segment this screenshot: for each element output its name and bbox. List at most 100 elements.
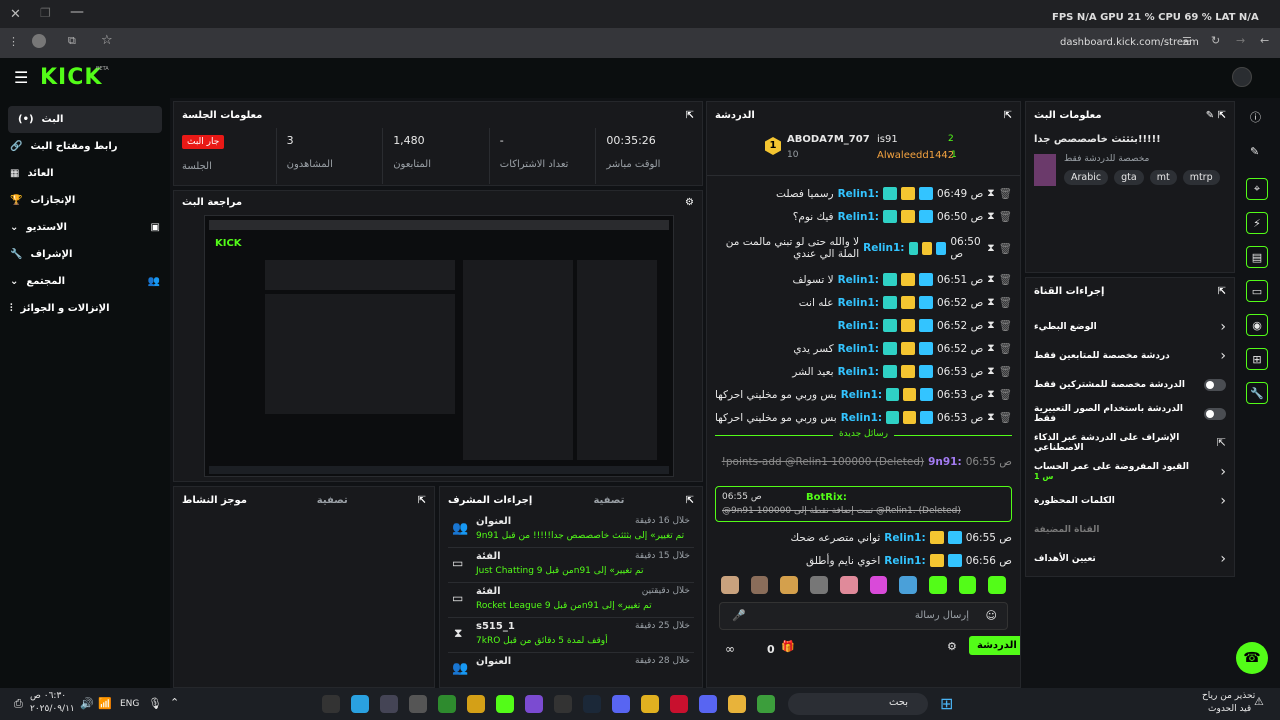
popout-icon[interactable]: ⇱ [686,110,694,121]
chat-message[interactable]: بس وربي مو مخليني احركها Relin1: 06:53 ص ⧗ 🗑 [707,406,1020,429]
trash-icon[interactable]: 🗑 [999,319,1012,332]
hamburger-menu-icon[interactable]: ☰ [14,68,28,87]
tag[interactable]: mtrp [1182,170,1220,185]
emote[interactable] [928,576,947,594]
trash-icon[interactable]: 🗑 [999,210,1012,223]
network-icon[interactable]: ⎙ [14,697,23,711]
emote[interactable] [721,576,739,594]
activity-filter[interactable]: تصفية [317,495,348,506]
restore-window-icon[interactable]: ❐ [40,6,51,20]
chat-bubble-icon[interactable]: ▭ [1246,280,1268,302]
wifi-icon[interactable]: 📶 [98,697,112,710]
app-icon[interactable] [525,695,543,713]
tag[interactable]: mt [1149,170,1177,185]
url-field[interactable]: dashboard.kick.com/stream [1060,37,1199,48]
emote[interactable] [839,576,858,594]
modactions-filter[interactable]: تصفية [593,495,624,506]
taskbar-search[interactable]: بحث [788,693,928,715]
popout-icon[interactable]: ⇱ [1218,286,1226,297]
reload-icon[interactable]: ↻ [1211,34,1220,47]
trash-icon[interactable]: 🗑 [999,342,1012,355]
leader-name[interactable]: ABODA7M_707 [787,134,870,145]
edit-icon[interactable]: ✎ ⇱ [1206,110,1226,121]
emote[interactable] [958,576,977,594]
wrench-icon[interactable]: 🔧 [1246,382,1268,404]
app-icon[interactable] [467,695,485,713]
emote[interactable] [988,576,1007,594]
chrome-icon[interactable] [757,695,775,713]
popout-icon[interactable]: ⇱ [686,495,694,506]
clip-icon[interactable]: ⌖ [1246,178,1268,200]
timeout-icon[interactable]: ⧗ [987,210,994,223]
channel-action-item[interactable]: دردشة مخصصة للمتابعين فقط › [1034,341,1226,370]
timeout-icon[interactable]: ⧗ [987,365,994,378]
broadcast-icon[interactable]: ◉ [1246,314,1268,336]
trash-icon[interactable]: 🗑 [999,296,1012,309]
trash-icon[interactable]: 🗑 [999,187,1012,200]
timeout-icon[interactable]: ⧗ [987,411,994,424]
help-headset-button[interactable]: ☎ [1236,642,1268,674]
emote[interactable] [869,576,888,594]
stream-preview-video[interactable]: KICK [204,215,674,477]
timeout-icon[interactable]: ⧗ [987,319,994,332]
windows-start-icon[interactable]: ⊞ [940,694,953,713]
chat-message[interactable]: بعيد الشر Relin1: 06:53 ص ⧗ 🗑 [707,360,1020,383]
menu-dots-icon[interactable]: ⋮ [8,35,19,48]
emote[interactable] [899,576,917,594]
xbox-icon[interactable] [438,695,456,713]
kick-logo[interactable]: KICK [40,65,102,90]
mic-icon[interactable]: 🎙 [148,697,162,710]
info-icon[interactable]: ⓘ [1250,109,1276,125]
sidebar-item-achievements[interactable]: 🏆 الإنجازات [0,187,170,214]
back-icon[interactable]: ← [1260,34,1269,47]
channel-action-item[interactable]: الإشراف على الدردشة عبر الذكاء الاصطناعي… [1034,428,1226,457]
popout-icon[interactable]: ⇱ [418,495,426,506]
profile-avatar[interactable] [32,34,46,48]
chrome-icon[interactable] [641,695,659,713]
forward-icon[interactable]: → [1236,34,1245,47]
channel-action-item[interactable]: القيود المفروضة على عمر الحساب 1 س › [1034,457,1226,486]
chat-message-deleted[interactable]: !points-add @Relin1 100000 (Deleted) 9n9… [707,452,1020,472]
leader-name[interactable]: is91 [877,134,898,145]
app-icon[interactable] [380,695,398,713]
channel-action-item[interactable]: الدردشة مخصصة للمشتركين فقط [1034,370,1226,399]
app-icon[interactable] [322,695,340,713]
user-avatar[interactable] [1232,67,1252,87]
timeout-icon[interactable]: ⧗ [987,296,994,309]
emote[interactable] [810,576,828,594]
channel-action-item[interactable]: الدردشة باستخدام الصور التعبيرية فقط [1034,399,1226,428]
minimize-window-icon[interactable]: — [70,4,84,20]
emote[interactable] [780,576,799,594]
tag[interactable]: Arabic [1064,170,1109,185]
chat-message[interactable]: عله انت Relin1: 06:52 ص ⧗ 🗑 [707,291,1020,314]
timeout-icon[interactable]: ⧗ [987,388,994,401]
bookmark-star-icon[interactable]: ☆ [101,33,113,48]
chat-message[interactable]: فيك نوم؟ Relin1: 06:50 ص ⧗ 🗑 [707,205,1020,228]
leader-name[interactable]: Alwaleedd1442 [877,150,954,161]
chat-message[interactable]: لا تسولف Relin1: 06:51 ص ⧗ 🗑 [707,268,1020,291]
chevron-up-icon[interactable]: ⌃ [170,696,179,709]
epic-icon[interactable] [554,695,572,713]
close-window-icon[interactable]: ✕ [10,7,21,22]
telegram-icon[interactable] [351,695,369,713]
sidebar-item-stream-key[interactable]: 🔗 رابط ومفتاح البث [0,133,170,160]
points-icon[interactable]: ∞ [725,642,735,656]
channel-action-item[interactable]: الكلمات المحظورة › [1034,486,1226,515]
trash-icon[interactable]: 🗑 [999,242,1012,255]
steam-icon[interactable] [583,695,601,713]
sidebar-item-community[interactable]: ⌄ المجتمع 👥 [0,268,170,295]
language-indicator[interactable]: ENG [120,699,139,709]
timeout-icon[interactable]: ⧗ [987,187,994,200]
channel-action-item[interactable]: تعيين الأهداف › [1034,544,1226,573]
notes-icon[interactable]: ▤ [1246,246,1268,268]
emote-picker-icon[interactable]: 🎤 [732,609,746,622]
chat-message[interactable]: اخوي نايم وأطلق Relin1: 06:56 ص [707,549,1020,572]
discord-icon[interactable] [699,695,717,713]
timeout-icon[interactable]: ⧗ [987,342,994,355]
timeout-icon[interactable]: ⧗ [987,273,994,286]
sidebar-item-studio[interactable]: ⌄ الاستديو ▣ [0,214,170,241]
edit-icon[interactable]: ✎ [1250,145,1276,158]
gift-icon[interactable]: 🎁 [781,640,795,653]
app-icon[interactable] [409,695,427,713]
emoji-icon[interactable]: ☺ [986,609,997,622]
